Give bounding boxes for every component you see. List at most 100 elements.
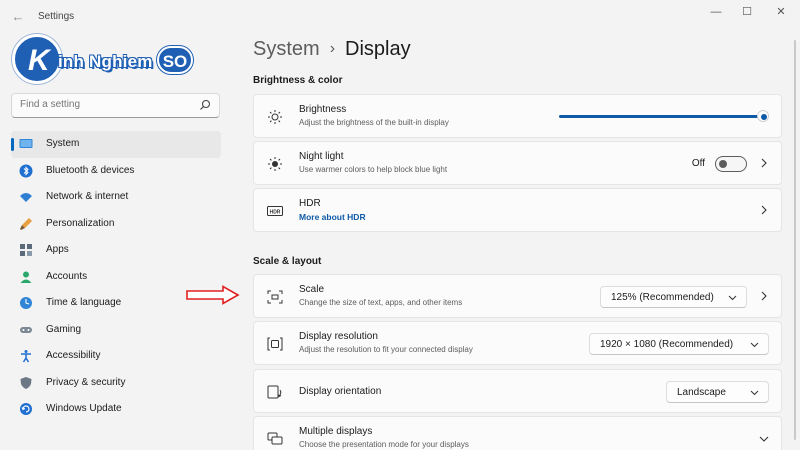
- title-bar: ← Settings — ☐ ✕: [0, 0, 800, 32]
- night-light-subtitle: Use warmer colors to help block blue lig…: [299, 165, 448, 174]
- gamepad-icon: [20, 326, 32, 333]
- sidebar-item-label: Accounts: [46, 270, 88, 282]
- sidebar-item-accessibility[interactable]: Accessibility: [11, 343, 221, 370]
- scale-dropdown-value: 125% (Recommended): [611, 292, 714, 303]
- accessibility-icon: [21, 350, 31, 363]
- hdr-card[interactable]: HDR HDR More about HDR: [253, 188, 782, 232]
- bluetooth-icon: [19, 164, 33, 177]
- sidebar-item-apps[interactable]: Apps: [11, 237, 221, 264]
- section-title-brightness-color: Brightness & color: [253, 75, 343, 86]
- minimize-button[interactable]: —: [705, 4, 727, 20]
- resolution-dropdown[interactable]: 1920 × 1080 (Recommended): [589, 333, 769, 355]
- search-icon[interactable]: [199, 99, 211, 111]
- brightness-subtitle: Adjust the brightness of the built-in di…: [299, 118, 449, 127]
- night-light-toggle[interactable]: [715, 156, 747, 172]
- sidebar-item-gaming[interactable]: Gaming: [11, 317, 221, 344]
- night-light-icon: [268, 157, 282, 171]
- breadcrumb: System › Display: [253, 38, 411, 61]
- display-orientation-card: Display orientation Landscape: [253, 369, 782, 413]
- sidebar-item-network[interactable]: Network & internet: [11, 184, 221, 211]
- scale-title: Scale: [299, 284, 325, 295]
- more-about-hdr-link[interactable]: More about HDR: [299, 212, 366, 222]
- monitor-icon: [19, 139, 33, 148]
- scrollbar[interactable]: [794, 40, 796, 440]
- brightness-title: Brightness: [299, 104, 347, 115]
- maximize-button[interactable]: ☐: [736, 4, 758, 20]
- svg-text:HDR: HDR: [270, 209, 281, 215]
- chevron-right-icon[interactable]: [759, 204, 769, 216]
- display-resolution-card: Display resolution Adjust the resolution…: [253, 321, 782, 365]
- chevron-down-icon[interactable]: [759, 433, 769, 445]
- night-light-state: Off: [691, 158, 705, 169]
- orientation-dropdown[interactable]: Landscape: [666, 381, 769, 403]
- multiple-displays-subtitle: Choose the presentation mode for your di…: [299, 440, 469, 449]
- sidebar-item-system[interactable]: System: [11, 131, 221, 158]
- breadcrumb-separator: ›: [329, 40, 336, 57]
- multiple-displays-icon: [267, 432, 283, 445]
- brightness-card: Brightness Adjust the brightness of the …: [253, 94, 782, 138]
- multiple-displays-title: Multiple displays: [299, 426, 373, 437]
- annotation-arrow-icon: [186, 285, 240, 305]
- sidebar-item-label: System: [46, 138, 80, 149]
- page-title: Display: [345, 38, 411, 60]
- update-icon: [20, 403, 32, 415]
- sidebar-item-label: Gaming: [46, 323, 82, 335]
- section-title-scale-layout: Scale & layout: [253, 256, 322, 267]
- resolution-dropdown-value: 1920 × 1080 (Recommended): [600, 339, 734, 350]
- sidebar-item-label: Bluetooth & devices: [46, 164, 135, 176]
- logo-letter: K: [28, 44, 50, 77]
- display-resolution-title: Display resolution: [299, 331, 378, 342]
- sidebar-item-label: Network & internet: [46, 191, 129, 202]
- shield-icon: [20, 376, 32, 389]
- logo-circle: K: [12, 34, 62, 84]
- sidebar-item-label: Accessibility: [46, 350, 101, 361]
- hdr-icon: HDR: [267, 206, 283, 216]
- logo-text: inh Nghiem: [58, 52, 153, 71]
- night-light-card[interactable]: Night light Use warmer colors to help bl…: [253, 141, 782, 185]
- orientation-icon: [267, 385, 282, 399]
- breadcrumb-parent[interactable]: System: [253, 38, 320, 60]
- close-button[interactable]: ✕: [770, 4, 792, 20]
- search-box[interactable]: [11, 93, 220, 118]
- brightness-slider-track[interactable]: [559, 115, 763, 118]
- sun-icon: [268, 110, 282, 124]
- logo-badge: SO: [157, 46, 193, 74]
- display-orientation-title: Display orientation: [299, 386, 382, 397]
- multiple-displays-card[interactable]: Multiple displays Choose the presentatio…: [253, 416, 782, 450]
- brush-icon: [20, 217, 32, 230]
- night-light-title: Night light: [299, 151, 344, 162]
- search-input[interactable]: [20, 99, 190, 110]
- window-title: Settings: [38, 11, 75, 22]
- back-button[interactable]: ←: [10, 9, 26, 25]
- sidebar-item-label: Apps: [46, 244, 69, 255]
- sidebar-item-label: Personalization: [46, 217, 115, 229]
- brightness-slider-thumb[interactable]: [757, 110, 769, 122]
- wifi-icon: [20, 193, 32, 202]
- sidebar-item-windows-update[interactable]: Windows Update: [11, 396, 221, 423]
- display-resolution-subtitle: Adjust the resolution to fit your connec…: [299, 345, 473, 354]
- sidebar-item-personalization[interactable]: Personalization: [11, 211, 221, 238]
- sidebar-item-label: Time & language: [46, 297, 122, 308]
- scale-dropdown[interactable]: 125% (Recommended): [600, 286, 747, 308]
- chevron-down-icon: [728, 295, 737, 301]
- chevron-down-icon: [750, 390, 759, 396]
- brand-logo: K inh Nghiem SO: [12, 32, 193, 88]
- scale-card[interactable]: Scale Change the size of text, apps, and…: [253, 274, 782, 318]
- sidebar-item-privacy[interactable]: Privacy & security: [11, 370, 221, 397]
- orientation-dropdown-value: Landscape: [677, 387, 726, 398]
- chevron-right-icon[interactable]: [759, 290, 769, 302]
- hdr-title: HDR: [299, 198, 321, 209]
- chevron-right-icon[interactable]: [759, 157, 769, 169]
- person-icon: [20, 271, 32, 283]
- resolution-icon: [267, 337, 283, 351]
- apps-icon: [20, 244, 32, 256]
- scale-icon: [267, 290, 283, 304]
- sidebar-item-label: Windows Update: [46, 403, 122, 414]
- scale-subtitle: Change the size of text, apps, and other…: [299, 298, 463, 307]
- globe-clock-icon: [20, 297, 32, 309]
- sidebar-nav: System Bluetooth & devices Network & int…: [11, 131, 221, 423]
- toggle-knob: [719, 160, 727, 168]
- sidebar-item-bluetooth[interactable]: Bluetooth & devices: [11, 158, 221, 185]
- chevron-down-icon: [750, 342, 759, 348]
- sidebar-item-label: Privacy & security: [46, 376, 126, 388]
